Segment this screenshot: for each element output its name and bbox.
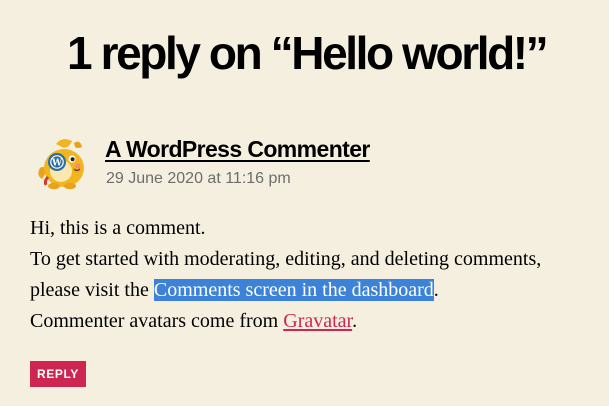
comment-line-3: please visit the Comments screen in the … bbox=[30, 275, 541, 306]
gravatar-link[interactable]: Gravatar bbox=[283, 310, 352, 332]
comments-title: 1 reply on “Hello world!” bbox=[67, 27, 549, 79]
reply-button[interactable]: Reply bbox=[30, 361, 86, 387]
comment-body: Hi, this is a comment. To get started wi… bbox=[30, 213, 541, 337]
comment-line-4-prefix: Commenter avatars come from bbox=[30, 310, 284, 332]
comment-date-link[interactable]: 29 June 2020 at 11:16 pm bbox=[106, 169, 291, 189]
comment-line-1: Hi, this is a comment. bbox=[30, 217, 206, 239]
comment-line-3-prefix: please visit the bbox=[30, 279, 154, 301]
comment-line-3-suffix: . bbox=[433, 279, 439, 301]
comment-line-4: Commenter avatars come from Gravatar. bbox=[30, 306, 541, 337]
comments-screen-link[interactable]: Comments screen in the dashboard bbox=[153, 279, 434, 301]
comment-author-link[interactable]: A WordPress Commenter bbox=[105, 134, 370, 164]
comment-line-4-suffix: . bbox=[352, 310, 358, 332]
comment-line-2: To get started with moderating, editing,… bbox=[30, 248, 542, 270]
svg-text:W: W bbox=[51, 159, 63, 169]
wapuu-avatar-icon: W bbox=[34, 135, 90, 191]
